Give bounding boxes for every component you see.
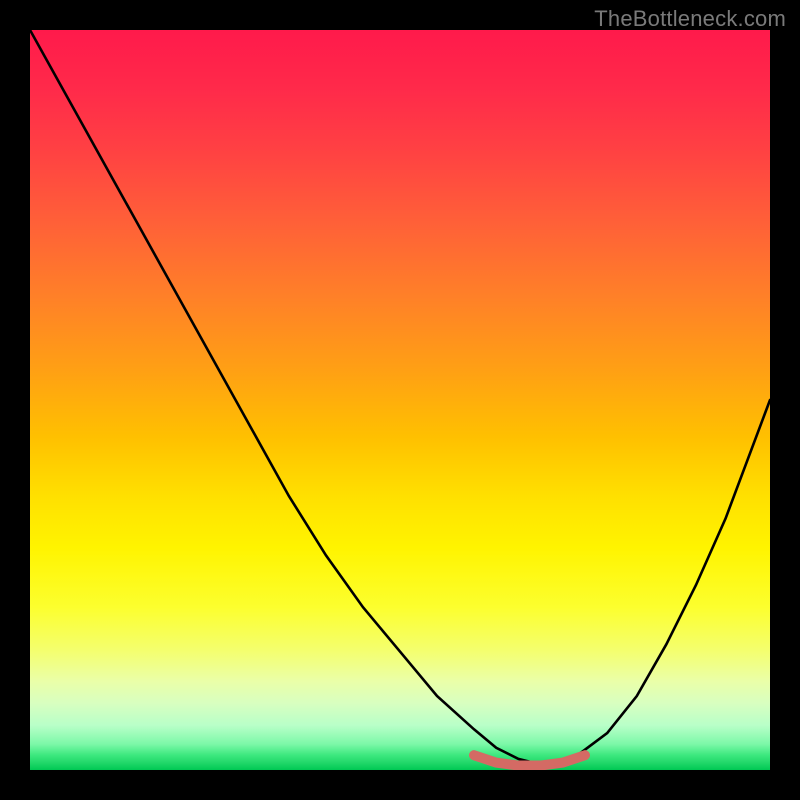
right-curve-path: [548, 400, 770, 766]
watermark-text: TheBottleneck.com: [594, 6, 786, 32]
chart-frame: TheBottleneck.com: [0, 0, 800, 800]
left-curve-path: [30, 30, 548, 766]
curves-svg: [30, 30, 770, 770]
plot-area: [30, 30, 770, 770]
